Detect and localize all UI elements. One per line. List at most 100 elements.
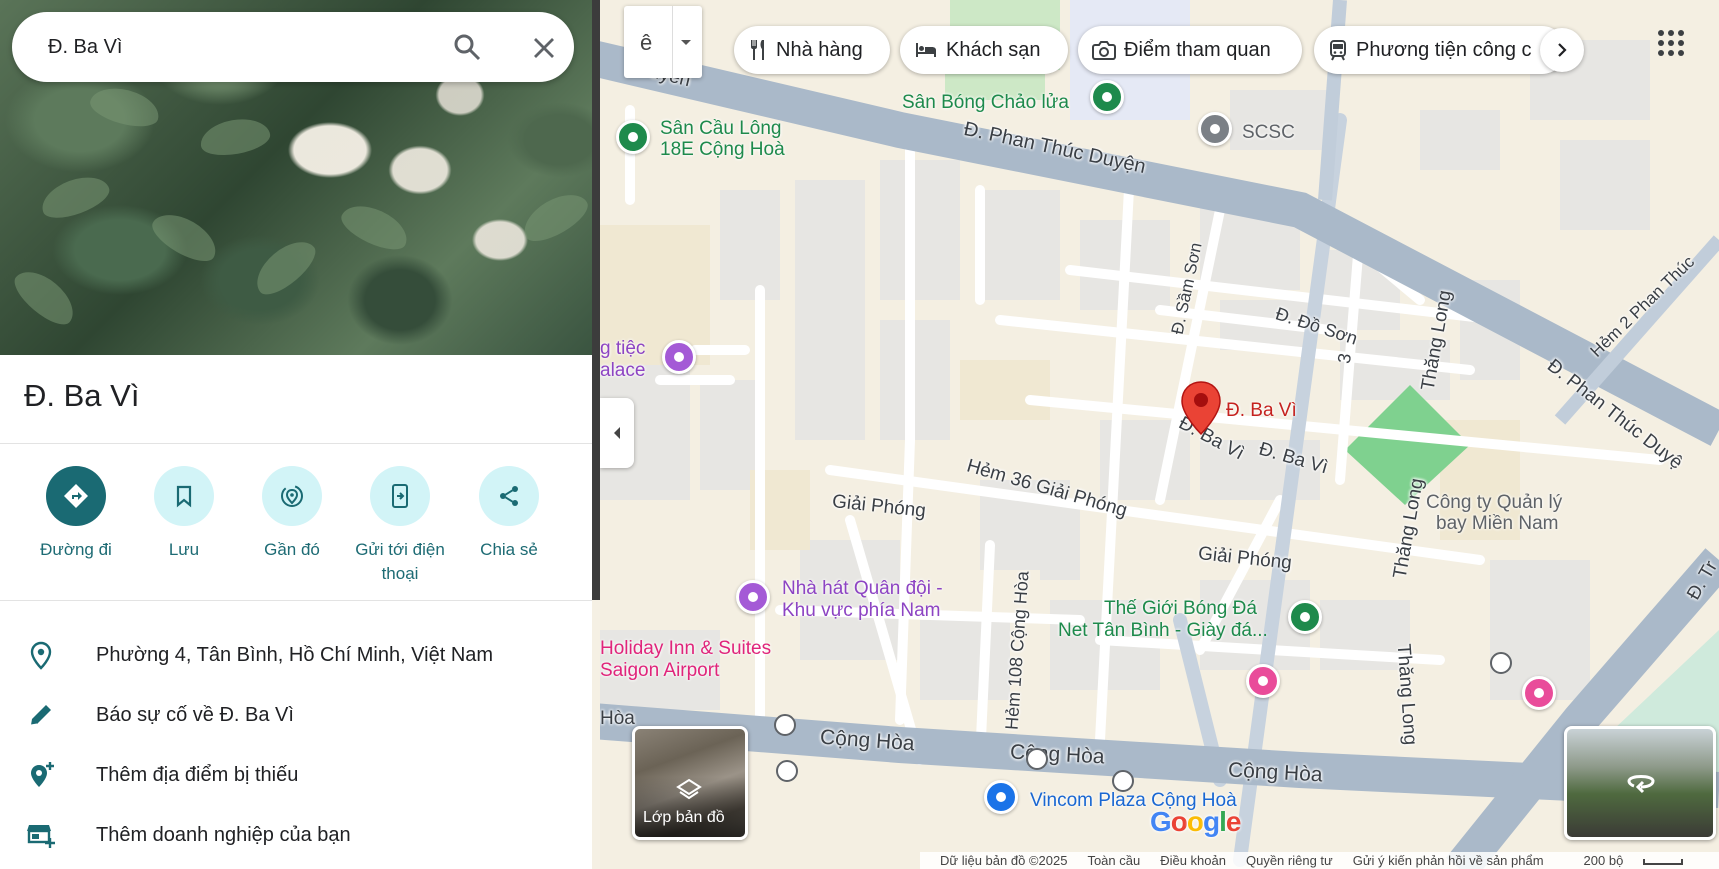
poi-label[interactable]: Net Tân Bình - Giày đá... <box>1058 620 1268 641</box>
nearby-icon-circle <box>262 466 322 526</box>
poi-label[interactable]: SCSC <box>1242 122 1295 143</box>
photo-leaf <box>146 204 224 270</box>
poi-label[interactable]: g tiệc <box>600 338 645 359</box>
scale-text: 200 bộ <box>1583 853 1624 868</box>
green-place-pin[interactable] <box>1288 600 1322 634</box>
action-label: Đường đi <box>40 540 112 559</box>
poi-label[interactable]: Thế Giới Bóng Đá <box>1104 598 1257 619</box>
bus-stop-icon[interactable] <box>776 760 798 782</box>
poi-label[interactable]: Holiday Inn & Suites <box>600 638 771 659</box>
chip-hotels[interactable]: Khách sạn <box>900 26 1068 74</box>
photo-leaf <box>197 114 273 160</box>
poi-label[interactable]: Saigon Airport <box>600 660 719 681</box>
chevron-down-icon[interactable] <box>678 38 694 48</box>
shopping-pin-icon[interactable] <box>984 780 1018 814</box>
nearby-icon <box>281 485 303 507</box>
bus-stop-icon[interactable] <box>1112 770 1134 792</box>
report-issue-text: Báo sự cố về Đ. Ba Vì <box>96 704 294 726</box>
scale-bar <box>1643 858 1684 865</box>
chip-restaurants[interactable]: Nhà hàng <box>734 26 890 74</box>
venue-pin-icon[interactable] <box>662 340 696 374</box>
map-data-credit: Dữ liệu bản đồ ©2025 <box>940 853 1068 868</box>
road-label: Cộng Hòa <box>1009 740 1106 769</box>
feedback-link[interactable]: Gửi ý kiến phản hồi về sản phẩm <box>1353 853 1544 868</box>
photo-leaf <box>516 184 592 250</box>
bus-stop-icon[interactable] <box>1490 652 1512 674</box>
panel-scrollbar[interactable] <box>592 0 600 600</box>
report-issue-row[interactable]: Báo sự cố về Đ. Ba Vì <box>0 690 592 740</box>
nearby-button[interactable]: Gần đó <box>237 466 347 562</box>
add-business-row[interactable]: Thêm doanh nghiệp của bạn <box>0 810 592 860</box>
collapse-panel-button[interactable] <box>600 398 634 468</box>
selected-location-pin-icon[interactable] <box>1180 380 1222 436</box>
apps-grid-icon[interactable] <box>1656 28 1686 58</box>
poi-label[interactable]: 18E Cộng Hoà <box>660 139 785 160</box>
divider <box>0 443 592 444</box>
map-canvas[interactable]: Duyên Đ. Phan Thúc Duyện Đ. Phan Thúc Du… <box>600 0 1719 869</box>
bus-stop-icon[interactable] <box>774 714 796 736</box>
chip-label: Điểm tham quan <box>1124 38 1271 61</box>
hotel-pin-icon[interactable] <box>1522 676 1556 710</box>
poi-label[interactable]: Sân Bóng Chảo lửa <box>902 92 1069 113</box>
divider <box>672 6 673 78</box>
add-business-text: Thêm doanh nghiệp của bạn <box>96 824 351 846</box>
directions-button[interactable]: Đường đi <box>21 466 131 562</box>
send-to-phone-icon-circle <box>370 466 430 526</box>
pencil-icon <box>30 705 51 726</box>
add-missing-place-text: Thêm địa điểm bị thiếu <box>96 764 299 786</box>
place-panel: Đ. Ba Vì Đường đi Lưu Gần đó Gửi tới điệ… <box>0 0 592 869</box>
share-button[interactable]: Chia sẻ <box>454 466 564 562</box>
add-missing-place-row[interactable]: Thêm địa điểm bị thiếu <box>0 750 592 800</box>
poi-label[interactable]: bay Miền Nam <box>1436 513 1559 534</box>
green-place-pin[interactable] <box>1090 80 1124 114</box>
action-label: Chia sẻ <box>480 540 538 559</box>
address-row[interactable]: Phường 4, Tân Bình, Hồ Chí Minh, Việt Na… <box>0 630 592 680</box>
street-view-button[interactable] <box>1564 726 1716 840</box>
send-to-phone-icon <box>392 484 408 508</box>
search-input[interactable] <box>48 32 408 62</box>
save-button[interactable]: Lưu <box>129 466 239 562</box>
add-location-icon <box>31 762 54 787</box>
hotel-pin-icon[interactable] <box>1246 664 1280 698</box>
search-box[interactable] <box>12 12 574 82</box>
bookmark-icon <box>176 485 192 508</box>
layers-icon <box>676 778 702 800</box>
privacy-link[interactable]: Quyền riêng tư <box>1246 853 1333 868</box>
poi-label[interactable]: Sân Cầu Lông <box>660 118 782 139</box>
layers-button[interactable]: Lớp bản đồ <box>632 726 748 840</box>
close-icon[interactable] <box>530 34 558 62</box>
gray-place-pin[interactable] <box>1198 112 1232 146</box>
chip-transit[interactable]: Phương tiện công c <box>1314 26 1566 74</box>
chip-label: Phương tiện công c <box>1356 38 1532 61</box>
selected-location-label[interactable]: Đ. Ba Vì <box>1226 400 1297 421</box>
restaurant-icon <box>751 40 764 60</box>
poi-label[interactable]: Công ty Quản lý <box>1426 492 1562 513</box>
road-label: Cộng Hòa <box>1227 758 1324 787</box>
green-place-pin[interactable] <box>616 120 650 154</box>
photo-leaf <box>336 196 414 258</box>
input-tools-glyph: ê <box>640 30 653 55</box>
terms-link[interactable]: Điều khoản <box>1160 853 1226 868</box>
transit-icon <box>1330 40 1346 61</box>
global-link[interactable]: Toàn cầu <box>1087 853 1140 868</box>
map-footer: Dữ liệu bản đồ ©2025 Toàn cầu Điều khoản… <box>920 852 1719 869</box>
address-text: Phường 4, Tân Bình, Hồ Chí Minh, Việt Na… <box>96 644 494 666</box>
poi-label[interactable]: Nhà hát Quân đội - <box>782 578 943 599</box>
chip-attractions[interactable]: Điểm tham quan <box>1078 26 1302 74</box>
scale-label[interactable]: 200 bộ <box>1564 853 1684 868</box>
chips-next-button[interactable] <box>1540 28 1584 72</box>
share-icon-circle <box>479 466 539 526</box>
chip-label: Nhà hàng <box>776 38 863 61</box>
poi-label[interactable]: Khu vực phía Nam <box>782 600 940 621</box>
layers-label: Lớp bản đồ <box>643 809 725 826</box>
send-to-phone-button[interactable]: Gửi tới điện thoại <box>345 466 455 586</box>
directions-icon <box>64 484 88 508</box>
save-icon-circle <box>154 466 214 526</box>
search-icon[interactable] <box>452 32 482 62</box>
input-tools-button[interactable]: ê <box>624 6 702 78</box>
poi-label[interactable]: alace <box>600 360 645 381</box>
theater-pin-icon[interactable] <box>736 580 770 614</box>
bus-stop-icon[interactable] <box>1026 748 1048 770</box>
rotate-360-icon <box>1627 775 1655 794</box>
place-title: Đ. Ba Vì <box>24 378 140 413</box>
